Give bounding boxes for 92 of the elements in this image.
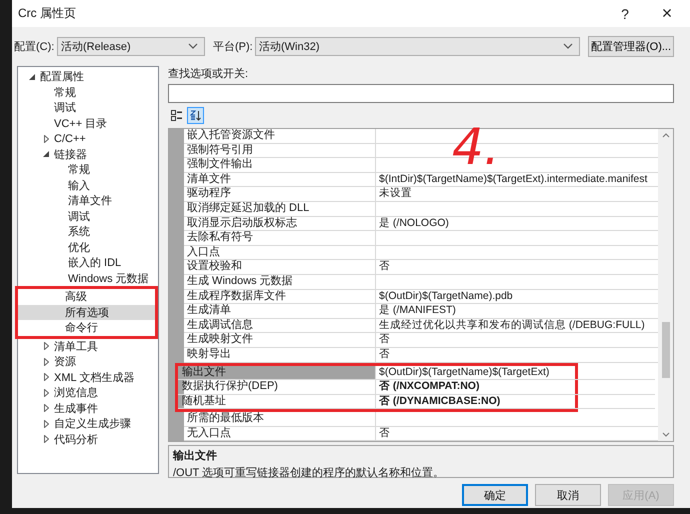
tree-item[interactable]: 输入 — [18, 178, 158, 193]
help-button[interactable]: ? — [610, 6, 640, 22]
property-name[interactable]: 数据执行保护(DEP) — [178, 380, 376, 395]
property-value[interactable]: 否 — [376, 426, 658, 442]
property-value[interactable]: $(OutDir)$(TargetName).pdb — [376, 290, 658, 304]
tree-item[interactable]: 嵌入的 IDL — [18, 255, 158, 270]
tree-item[interactable]: 清单文件 — [18, 193, 158, 208]
property-name[interactable]: 驱动程序 — [184, 187, 376, 202]
tree-item[interactable]: 调试 — [18, 100, 158, 116]
property-name[interactable]: 设置校验和 — [184, 260, 376, 275]
collapsed-arrow-icon[interactable] — [44, 358, 48, 366]
tree-item[interactable]: 链接器 — [18, 146, 158, 162]
property-value[interactable]: 是 (/MANIFEST) — [376, 304, 658, 319]
collapsed-arrow-icon[interactable] — [44, 373, 48, 382]
tree-item[interactable]: 高级 — [18, 289, 155, 304]
chevron-down-icon — [563, 43, 573, 49]
property-name[interactable]: 生成程序数据库文件 — [184, 290, 376, 304]
expanded-arrow-icon[interactable] — [29, 74, 35, 80]
scroll-up-icon[interactable] — [662, 133, 670, 138]
collapsed-arrow-icon[interactable] — [44, 435, 48, 444]
handwritten-annotation: 4. — [452, 126, 500, 168]
tree-item[interactable]: 所有选项 — [18, 304, 155, 320]
tree-item[interactable]: 命令行 — [18, 320, 155, 336]
tree-item[interactable]: Windows 元数据 — [18, 270, 158, 286]
expanded-arrow-icon[interactable] — [43, 151, 49, 158]
collapsed-arrow-icon[interactable] — [44, 388, 48, 397]
property-name[interactable]: 去除私有符号 — [184, 231, 376, 246]
property-value[interactable]: 否 — [376, 348, 658, 362]
property-value[interactable]: $(OutDir)$(TargetName)$(TargetExt) — [376, 366, 655, 380]
property-name[interactable]: 嵌入托管资源文件 — [184, 129, 376, 144]
tree-item[interactable]: 代码分析 — [18, 432, 158, 447]
property-name[interactable]: 所需的最低版本 — [184, 412, 376, 427]
property-name[interactable]: 强制符号引用 — [184, 144, 376, 158]
property-value[interactable]: 否 — [376, 260, 658, 275]
tree-item[interactable]: 浏览信息 — [18, 385, 158, 400]
collapsed-arrow-icon[interactable] — [44, 404, 48, 412]
tree-item[interactable]: 清单工具 — [18, 338, 158, 354]
platform-dropdown[interactable]: 活动(Win32) — [255, 36, 580, 56]
description-text: /OUT 选项可重写链接器创建的程序的默认名称和位置。 — [173, 466, 446, 480]
collapsed-arrow-icon[interactable] — [44, 420, 48, 428]
property-value[interactable]: 生成经过优化以共享和发布的调试信息 (/DEBUG:FULL) — [376, 318, 658, 334]
tree-item[interactable]: 资源 — [18, 354, 158, 370]
tree-item[interactable]: C/C++ — [18, 131, 158, 146]
tree-item[interactable]: 系统 — [18, 224, 158, 240]
config-manager-button[interactable]: 配置管理器(O)... — [588, 36, 674, 56]
property-name[interactable]: 输出文件 — [178, 366, 376, 380]
search-field[interactable] — [168, 84, 674, 103]
property-name[interactable]: 生成映射文件 — [184, 333, 376, 348]
property-name[interactable]: 生成清单 — [184, 304, 376, 319]
scroll-down-icon[interactable] — [662, 432, 670, 438]
grid-list-icon — [171, 110, 182, 121]
property-value[interactable]: 否 (/NXCOMPAT:NO) — [376, 380, 655, 395]
tree-item[interactable]: 配置属性 — [18, 69, 158, 84]
tree-item[interactable]: 自定义生成步骤 — [18, 416, 158, 432]
window-title: Crc 属性页 — [18, 5, 76, 22]
property-name[interactable]: 清单文件 — [184, 172, 376, 188]
property-name[interactable]: 生成调试信息 — [184, 318, 376, 334]
tree-item[interactable]: 优化 — [18, 240, 158, 255]
scrollbar[interactable] — [658, 129, 673, 442]
property-name[interactable]: 无入口点 — [184, 426, 376, 442]
property-name[interactable]: 生成 Windows 元数据 — [184, 274, 376, 290]
tree-item[interactable]: XML 文档生成器 — [18, 370, 158, 385]
tree-item[interactable]: 生成事件 — [18, 400, 158, 416]
tree-item[interactable]: 常规 — [18, 84, 158, 100]
config-label: 配置(C): — [14, 40, 56, 54]
close-button[interactable]: × — [652, 3, 682, 24]
property-name[interactable]: 取消显示启动版权标志 — [184, 216, 376, 232]
dialog-button[interactable]: 确定 — [462, 484, 528, 506]
property-name[interactable]: 入口点 — [184, 246, 376, 260]
property-value[interactable]: 否 (/DYNAMICBASE:NO) — [376, 394, 655, 410]
dialog-button[interactable]: 取消 — [535, 484, 601, 506]
platform-label: 平台(P): — [213, 40, 254, 54]
property-value[interactable]: $(IntDir)$(TargetName)$(TargetExt).intermediate.manifest — [376, 172, 658, 188]
property-value[interactable]: 是 (/NOLOGO) — [376, 216, 658, 232]
property-value[interactable]: 否 — [376, 333, 658, 348]
scroll-thumb[interactable] — [662, 322, 670, 378]
collapsed-arrow-icon[interactable] — [44, 134, 48, 143]
property-name[interactable]: 映射导出 — [184, 348, 376, 362]
tree-item[interactable]: 调试 — [18, 208, 158, 224]
sort-icon — [190, 110, 201, 121]
tree-item[interactable]: 常规 — [18, 162, 158, 178]
property-name[interactable]: 强制文件输出 — [184, 158, 376, 173]
tree-item[interactable]: VC++ 目录 — [18, 116, 158, 131]
alphabetical-view-button[interactable] — [187, 107, 204, 124]
collapsed-arrow-icon[interactable] — [44, 342, 48, 350]
chevron-down-icon — [188, 43, 198, 49]
property-name[interactable]: 随机基址 — [178, 394, 376, 410]
property-value[interactable]: 未设置 — [376, 187, 658, 202]
config-dropdown[interactable]: 活动(Release) — [57, 36, 205, 56]
search-label: 查找选项或开关: — [168, 66, 250, 82]
description-title: 输出文件 — [173, 448, 218, 464]
property-name[interactable]: 取消绑定延迟加载的 DLL — [184, 202, 376, 217]
